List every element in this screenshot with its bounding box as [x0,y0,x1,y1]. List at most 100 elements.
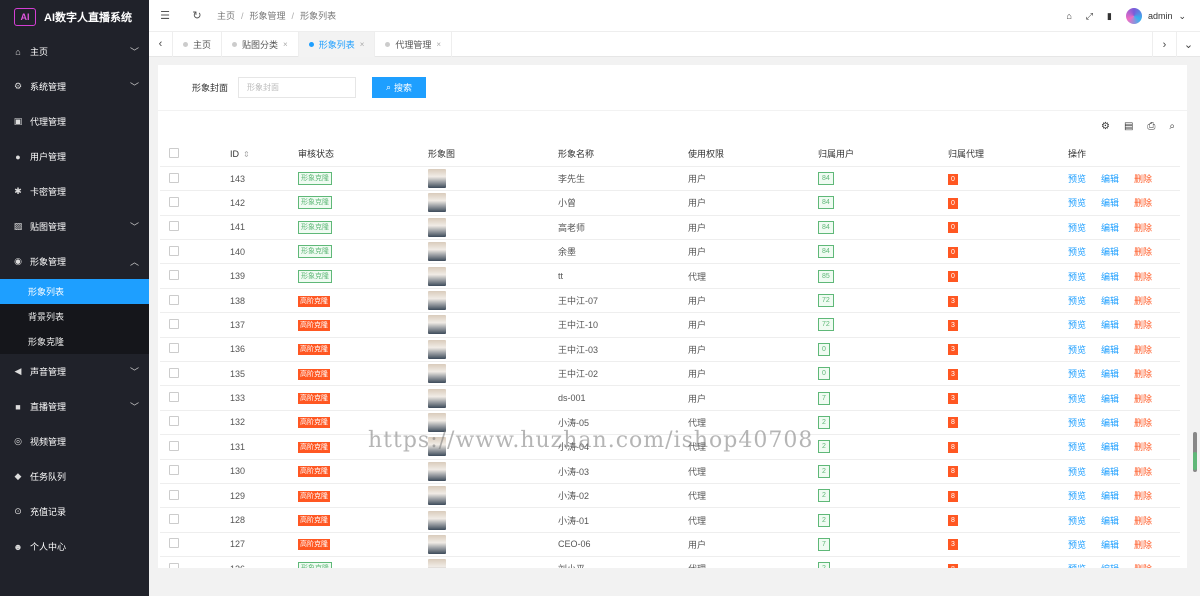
sort-icon[interactable]: ⇕ [243,150,250,159]
user-menu[interactable]: admin ⌄ [1125,8,1186,24]
edit-button[interactable]: 编辑 [1101,491,1119,501]
preview-button[interactable]: 预览 [1068,516,1086,526]
row-checkbox[interactable] [169,514,179,525]
delete-button[interactable]: 删除 [1134,491,1152,501]
row-checkbox[interactable] [169,270,179,281]
sidebar-item[interactable]: ◎ 视频管理 [0,424,149,459]
edit-button[interactable]: 编辑 [1101,564,1119,568]
table-search-icon[interactable]: ⌕ [1169,121,1175,132]
delete-button[interactable]: 删除 [1134,198,1152,208]
lock-icon[interactable]: ▮ [1107,11,1112,22]
avatar-thumbnail[interactable] [428,510,446,530]
sidebar-item[interactable]: ✱ 卡密管理 [0,174,149,209]
avatar-thumbnail[interactable] [428,217,446,237]
delete-button[interactable]: 删除 [1134,345,1152,355]
preview-button[interactable]: 预览 [1068,198,1086,208]
row-checkbox[interactable] [169,538,179,549]
edit-button[interactable]: 编辑 [1101,198,1119,208]
sidebar-item[interactable]: ▨ 贴图管理 ﹀ [0,209,149,244]
delete-button[interactable]: 删除 [1134,247,1152,257]
sidebar-item[interactable]: ⌂ 主页 ﹀ [0,34,149,69]
row-checkbox[interactable] [169,440,179,451]
tabs-scroll-left-icon[interactable]: ‹ [149,31,173,57]
preview-button[interactable]: 预览 [1068,442,1086,452]
select-all-checkbox[interactable] [169,147,179,158]
delete-button[interactable]: 删除 [1134,369,1152,379]
delete-button[interactable]: 删除 [1134,174,1152,184]
tabs-scroll-right-icon[interactable]: › [1152,32,1176,57]
fullscreen-icon[interactable]: ⤢ [1086,11,1093,22]
row-checkbox[interactable] [169,562,179,568]
avatar-thumbnail[interactable] [428,437,446,457]
edit-button[interactable]: 编辑 [1101,174,1119,184]
avatar-thumbnail[interactable] [428,461,446,481]
preview-button[interactable]: 预览 [1068,296,1086,306]
page-scrollbar-thumb[interactable] [1193,452,1197,470]
search-button[interactable]: ⌕ 搜索 [372,77,427,98]
avatar-thumbnail[interactable] [428,534,446,554]
delete-button[interactable]: 删除 [1134,272,1152,282]
delete-button[interactable]: 删除 [1134,418,1152,428]
close-icon[interactable]: × [360,40,365,49]
preview-button[interactable]: 预览 [1068,320,1086,330]
row-checkbox[interactable] [169,294,179,305]
delete-button[interactable]: 删除 [1134,223,1152,233]
preview-button[interactable]: 预览 [1068,467,1086,477]
export-icon[interactable]: ▤ [1124,121,1133,132]
edit-button[interactable]: 编辑 [1101,296,1119,306]
sidebar-item[interactable]: ● 用户管理 [0,139,149,174]
edit-button[interactable]: 编辑 [1101,540,1119,550]
preview-button[interactable]: 预览 [1068,345,1086,355]
app-logo[interactable]: AI AI数字人直播系统 [0,0,149,34]
preview-button[interactable]: 预览 [1068,564,1086,568]
edit-button[interactable]: 编辑 [1101,467,1119,477]
row-checkbox[interactable] [169,245,179,256]
row-checkbox[interactable] [169,318,179,329]
delete-button[interactable]: 删除 [1134,564,1152,568]
submenu-item[interactable]: 背景列表 [0,304,149,329]
sidebar-item[interactable]: ▣ 代理管理 [0,104,149,139]
sidebar-item[interactable]: ◆ 任务队列 [0,459,149,494]
preview-button[interactable]: 预览 [1068,272,1086,282]
preview-button[interactable]: 预览 [1068,369,1086,379]
avatar-thumbnail[interactable] [428,169,446,189]
refresh-icon[interactable]: ↻ [181,9,213,22]
delete-button[interactable]: 删除 [1134,320,1152,330]
edit-button[interactable]: 编辑 [1101,272,1119,282]
delete-button[interactable]: 删除 [1134,442,1152,452]
preview-button[interactable]: 预览 [1068,540,1086,550]
tab[interactable]: 主页 [173,31,223,57]
preview-button[interactable]: 预览 [1068,491,1086,501]
delete-button[interactable]: 删除 [1134,467,1152,477]
avatar-thumbnail[interactable] [428,388,446,408]
avatar-thumbnail[interactable] [428,412,446,432]
row-checkbox[interactable] [169,465,179,476]
preview-button[interactable]: 预览 [1068,247,1086,257]
column-header-id[interactable]: ID ⇕ [230,142,298,167]
row-checkbox[interactable] [169,489,179,500]
row-checkbox[interactable] [169,416,179,427]
avatar-thumbnail[interactable] [428,242,446,262]
row-checkbox[interactable] [169,343,179,354]
avatar-thumbnail[interactable] [428,266,446,286]
columns-filter-icon[interactable]: ⚙ [1101,121,1110,132]
delete-button[interactable]: 删除 [1134,394,1152,404]
delete-button[interactable]: 删除 [1134,516,1152,526]
delete-button[interactable]: 删除 [1134,540,1152,550]
edit-button[interactable]: 编辑 [1101,320,1119,330]
search-input[interactable] [238,77,357,98]
row-checkbox[interactable] [169,367,179,378]
edit-button[interactable]: 编辑 [1101,394,1119,404]
sidebar-item[interactable]: ■ 直播管理 ﹀ [0,389,149,424]
edit-button[interactable]: 编辑 [1101,345,1119,355]
avatar-thumbnail[interactable] [428,315,446,335]
sidebar-item[interactable]: ☻ 个人中心 [0,529,149,564]
edit-button[interactable]: 编辑 [1101,369,1119,379]
preview-button[interactable]: 预览 [1068,174,1086,184]
breadcrumb-item[interactable]: 形象管理 [250,9,286,22]
tabs-menu-icon[interactable]: ⌄ [1176,32,1200,57]
avatar-thumbnail[interactable] [428,486,446,506]
row-checkbox[interactable] [169,392,179,403]
avatar-thumbnail[interactable] [428,339,446,359]
print-icon[interactable]: ⎙ [1147,121,1155,132]
